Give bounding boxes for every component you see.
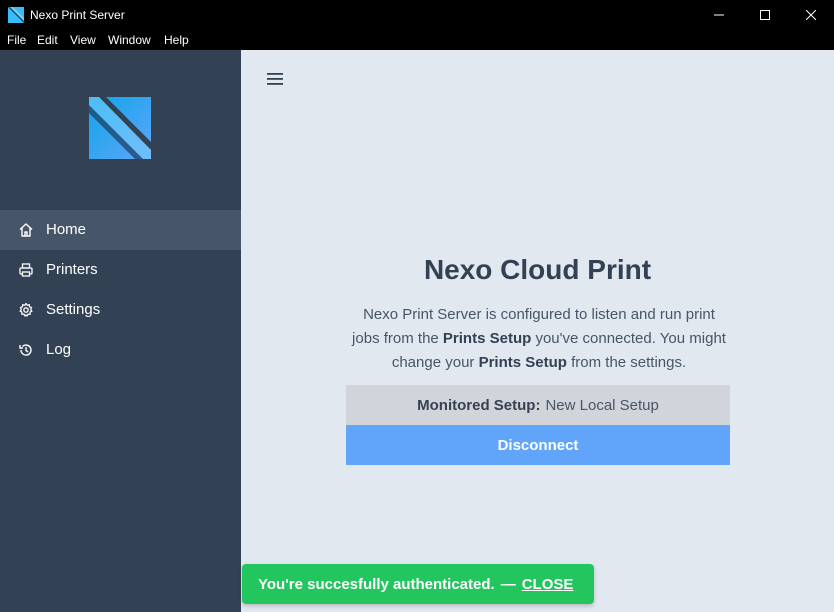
sidebar-item-label: Home	[46, 221, 87, 238]
sidebar-item-log[interactable]: Log	[0, 330, 241, 370]
history-icon	[19, 344, 32, 356]
menu-help[interactable]: Help	[164, 33, 189, 47]
nexo-logo-icon	[8, 7, 24, 23]
close-icon	[806, 10, 816, 20]
window-title: Nexo Print Server	[30, 8, 125, 22]
description-text: from the settings.	[566, 354, 687, 371]
gear-icon	[19, 302, 33, 317]
menu-bar: File Edit View Window Help	[0, 30, 834, 50]
description-emphasis: Prints Setup	[442, 330, 532, 347]
close-button[interactable]	[788, 0, 834, 30]
page-title: Nexo Cloud Print	[423, 254, 652, 285]
minimize-button[interactable]	[696, 0, 742, 30]
sidebar-item-label: Settings	[46, 301, 101, 318]
menu-window[interactable]: Window	[108, 33, 151, 47]
nexo-logo-icon	[89, 97, 151, 159]
description: Nexo Print Server is configured to liste…	[351, 303, 727, 375]
maximize-button[interactable]	[742, 0, 788, 30]
menu-file[interactable]: File	[7, 33, 26, 47]
description-emphasis: Prints Setup	[478, 354, 567, 371]
toast-message: You're succesfully authenticated.	[258, 575, 495, 593]
monitored-setup-label: Monitored Setup:	[417, 396, 541, 414]
monitored-setup-box: Monitored Setup: New Local Setup	[346, 385, 730, 425]
sidebar-item-label: Log	[46, 341, 72, 358]
sidebar: Home Printers Settings Log	[0, 50, 241, 612]
sidebar-item-home[interactable]: Home	[0, 210, 241, 250]
hamburger-icon[interactable]	[267, 72, 283, 86]
toast-close-link[interactable]: CLOSE	[522, 576, 574, 593]
home-icon	[19, 223, 33, 237]
title-bar: Nexo Print Server	[0, 0, 834, 30]
sidebar-item-label: Printers	[46, 261, 98, 278]
minimize-icon	[714, 14, 724, 16]
sidebar-item-settings[interactable]: Settings	[0, 290, 241, 330]
monitored-setup-value: New Local Setup	[545, 396, 659, 414]
success-toast: You're succesfully authenticated. — CLOS…	[242, 564, 594, 604]
main-content: Nexo Cloud Print Nexo Print Server is co…	[241, 50, 834, 612]
menu-edit[interactable]: Edit	[37, 33, 58, 47]
maximize-icon	[760, 10, 770, 20]
sidebar-item-printers[interactable]: Printers	[0, 250, 241, 290]
menu-view[interactable]: View	[70, 33, 96, 47]
toast-separator: —	[500, 575, 516, 593]
disconnect-button[interactable]: Disconnect	[346, 425, 730, 465]
printer-icon	[19, 263, 33, 277]
